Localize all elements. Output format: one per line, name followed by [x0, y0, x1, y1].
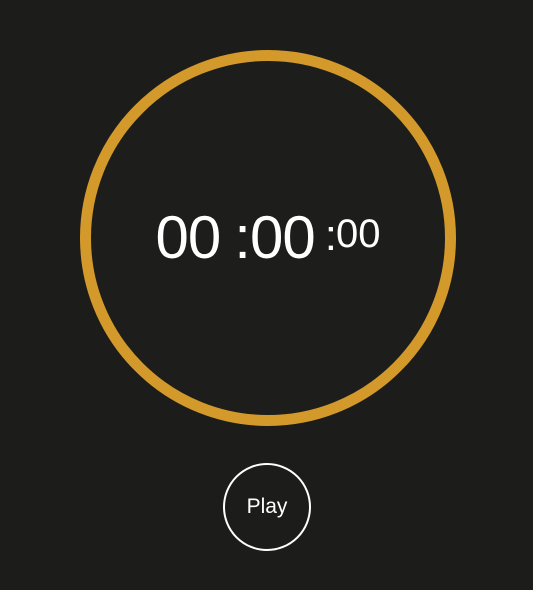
time-display: 00 :00 : 00	[91, 61, 445, 415]
minutes-display: :00	[234, 204, 315, 271]
play-button[interactable]: Play	[223, 463, 311, 551]
timer-app: 00 :00 : 00 Play	[0, 0, 533, 590]
seconds-display: 00	[335, 212, 381, 256]
timer-ring: 00 :00 : 00	[80, 50, 456, 426]
seconds-colon: :	[324, 211, 337, 260]
hours-display: 00	[155, 204, 222, 271]
